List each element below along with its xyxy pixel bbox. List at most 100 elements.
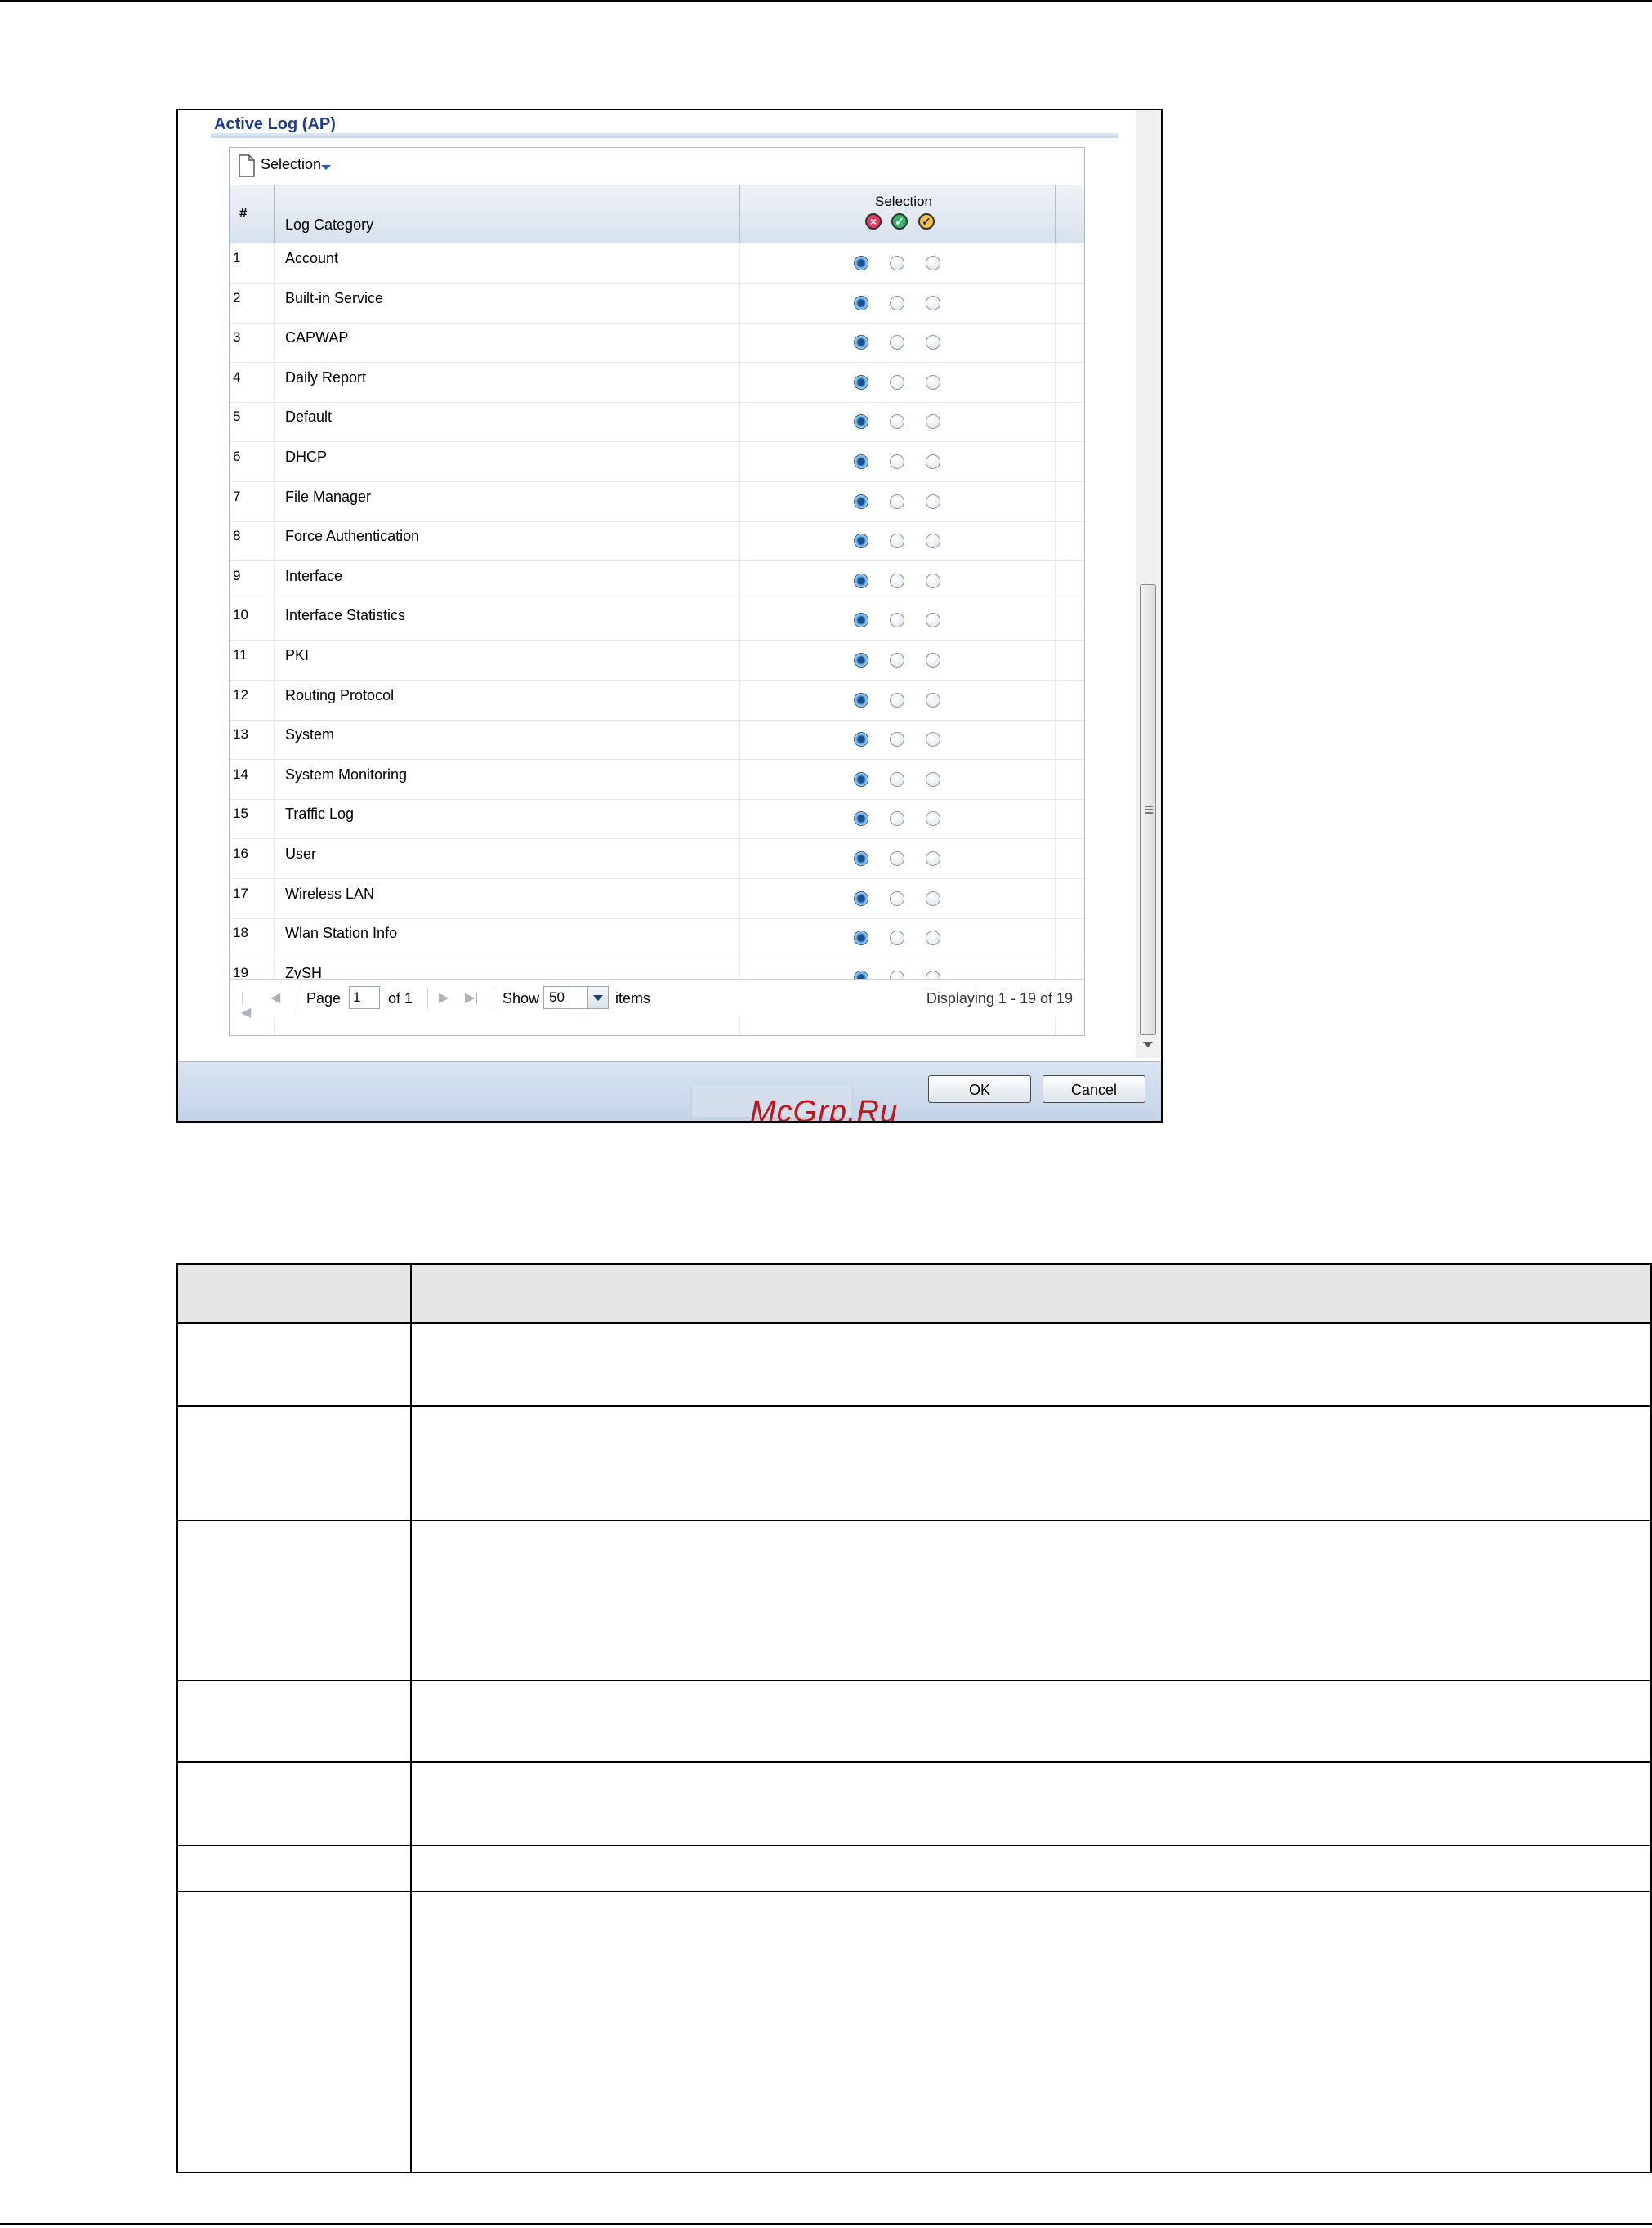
radio-normal[interactable] [890, 414, 904, 430]
chevron-down-icon[interactable] [587, 987, 608, 1008]
radio-normal[interactable] [890, 931, 904, 946]
normal-all-icon[interactable]: ✓ [891, 213, 908, 230]
scroll-down-icon[interactable] [1143, 1042, 1153, 1047]
row-log-category: Traffic Log [285, 806, 355, 823]
first-page-icon[interactable]: |◀ [241, 991, 254, 1020]
radio-disable[interactable] [854, 256, 868, 270]
column-number[interactable]: # [239, 205, 247, 221]
radio-normal[interactable] [890, 692, 904, 708]
radio-debug[interactable] [926, 891, 940, 906]
radio-debug[interactable] [926, 454, 940, 469]
row-number: 15 [233, 806, 248, 822]
row-log-category: Interface Statistics [285, 607, 406, 624]
page-size-select[interactable]: 50 [543, 986, 609, 1009]
table-cell [410, 1520, 1652, 1681]
row-log-category: Daily Report [285, 368, 367, 386]
radio-debug[interactable] [926, 295, 940, 310]
table-row: 13 System [230, 720, 1084, 761]
radio-debug[interactable] [926, 573, 940, 588]
radio-disable[interactable] [854, 811, 868, 827]
watermark: McGrp.Ru [750, 1095, 899, 1123]
radio-disable[interactable] [854, 295, 868, 310]
radio-disable[interactable] [854, 771, 868, 787]
radio-normal[interactable] [890, 613, 904, 628]
radio-debug[interactable] [926, 493, 940, 509]
top-rule [0, 0, 1652, 2]
radio-disable[interactable] [854, 414, 868, 430]
radio-debug[interactable] [926, 534, 940, 549]
radio-disable[interactable] [854, 454, 868, 469]
table-header-cell [176, 1263, 412, 1324]
disable-all-icon[interactable]: × [865, 213, 882, 230]
column-divider [274, 185, 275, 243]
row-log-category: Account [285, 250, 339, 266]
vertical-scrollbar[interactable] [1136, 110, 1161, 1058]
radio-debug[interactable] [926, 771, 940, 787]
last-page-icon[interactable]: ▶| [465, 991, 478, 1006]
displaying-count: Displaying 1 - 19 of 19 [926, 990, 1073, 1007]
radio-debug[interactable] [926, 613, 940, 628]
radio-normal[interactable] [890, 573, 904, 588]
radio-normal[interactable] [890, 374, 904, 390]
radio-debug[interactable] [926, 653, 940, 668]
selection-menu[interactable]: Selection [261, 156, 321, 173]
radio-normal[interactable] [890, 771, 904, 787]
ok-button[interactable]: OK [928, 1075, 1031, 1103]
radio-normal[interactable] [890, 891, 904, 906]
radio-normal[interactable] [890, 454, 904, 469]
row-number: 3 [233, 329, 241, 346]
active-log-dialog: Active Log (AP) Selection # Log Category… [176, 109, 1163, 1123]
table-row: 15 Traffic Log [230, 799, 1084, 840]
radio-disable[interactable] [854, 732, 868, 748]
radio-normal[interactable] [890, 335, 904, 350]
radio-normal[interactable] [890, 811, 904, 827]
radio-normal[interactable] [890, 851, 904, 866]
radio-normal[interactable] [890, 534, 904, 549]
radio-disable[interactable] [854, 534, 868, 549]
table-cell [176, 1891, 412, 2173]
cancel-button[interactable]: Cancel [1043, 1075, 1145, 1103]
bottom-rule [0, 2223, 1652, 2225]
page-number-input[interactable] [349, 986, 380, 1009]
toolbar: Selection [230, 148, 1084, 186]
radio-debug[interactable] [926, 692, 940, 708]
radio-disable[interactable] [854, 851, 868, 866]
radio-disable[interactable] [854, 891, 868, 906]
radio-normal[interactable] [890, 732, 904, 748]
radio-debug[interactable] [926, 256, 940, 270]
radio-normal[interactable] [890, 295, 904, 310]
radio-debug[interactable] [926, 931, 940, 946]
radio-disable[interactable] [854, 613, 868, 628]
row-log-category: PKI [285, 647, 310, 663]
radio-disable[interactable] [854, 931, 868, 946]
radio-debug[interactable] [926, 335, 940, 350]
radio-disable[interactable] [854, 653, 868, 668]
radio-normal[interactable] [890, 256, 904, 270]
radio-normal[interactable] [890, 493, 904, 509]
table-cell [410, 1322, 1652, 1407]
radio-debug[interactable] [926, 732, 940, 748]
radio-normal[interactable] [890, 653, 904, 668]
radio-disable[interactable] [854, 692, 868, 708]
radio-debug[interactable] [926, 374, 940, 390]
scroll-thumb[interactable] [1140, 584, 1156, 1035]
radio-disable[interactable] [854, 573, 868, 588]
row-number: 18 [233, 925, 248, 941]
radio-disable[interactable] [854, 335, 868, 350]
column-divider [739, 185, 740, 243]
dialog-footer: McGrp.Ru OK Cancel [178, 1061, 1161, 1123]
radio-disable[interactable] [854, 493, 868, 509]
column-log-category[interactable]: Log Category [285, 217, 373, 234]
debug-all-icon[interactable]: ✓ [918, 213, 935, 230]
next-page-icon[interactable]: ▶ [439, 991, 452, 1006]
previous-page-icon[interactable]: ◀ [270, 991, 284, 1006]
radio-disable[interactable] [854, 374, 868, 390]
table-cell [410, 1405, 1652, 1521]
radio-debug[interactable] [926, 414, 940, 430]
radio-debug[interactable] [926, 811, 940, 827]
radio-debug[interactable] [926, 851, 940, 866]
description-table [176, 1263, 1652, 2173]
grid-header: # Log Category Selection × ✓ ✓ [230, 185, 1084, 243]
row-log-category: System [285, 726, 335, 743]
chevron-down-icon[interactable] [321, 165, 331, 170]
